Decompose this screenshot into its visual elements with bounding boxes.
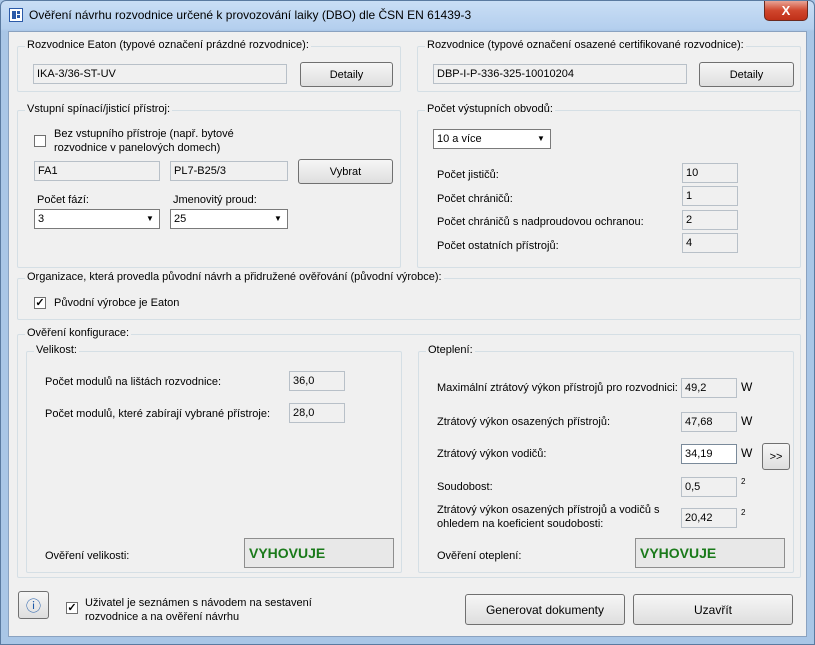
size-verification-result: VYHOVUJE	[244, 538, 394, 568]
max-loss-unit: W	[741, 380, 753, 394]
app-icon	[9, 8, 23, 22]
no-input-device-checkbox[interactable]	[34, 135, 46, 147]
other-devices-count-label: Počet ostatních přístrojů:	[437, 240, 559, 252]
heat-group: Oteplení: Maximální ztrátový výkon příst…	[418, 344, 794, 573]
device-loss-label: Ztrátový výkon osazených přístrojů:	[437, 416, 611, 428]
empty-board-field: IKA-3/36-ST-UV	[33, 64, 287, 84]
select-device-button[interactable]: Vybrat	[298, 159, 393, 184]
organization-group-label: Organizace, která provedla původní návrh…	[25, 271, 444, 283]
generate-documents-button[interactable]: Generovat dokumenty	[465, 594, 625, 625]
heat-group-label: Oteplení:	[426, 344, 475, 356]
certified-board-details-button[interactable]: Detaily	[699, 62, 794, 87]
device-loss-unit: W	[741, 414, 753, 428]
rated-current-combo-value: 25	[174, 213, 187, 225]
rcbo-count-label: Počet chráničů s nadproudovou ochranou:	[437, 216, 644, 228]
total-loss-label-line1: Ztrátový výkon osazených přístrojů a vod…	[437, 504, 660, 516]
max-loss-label: Maximální ztrátový výkon přístrojů pro r…	[437, 382, 678, 394]
rated-current-combo[interactable]: 25 ▼	[170, 209, 288, 229]
heat-verification-label: Ověření oteplení:	[437, 550, 522, 562]
total-loss-superscript: 2	[741, 508, 746, 517]
window-title: Ověření návrhu rozvodnice určené k provo…	[29, 8, 472, 22]
input-device-group: Vstupní spínací/jisticí přístroj: Bez vs…	[17, 103, 401, 268]
output-circuits-combo[interactable]: 10 a více ▼	[433, 129, 551, 149]
output-circuits-group-label: Počet výstupních obvodů:	[425, 103, 555, 115]
original-maker-eaton-checkbox[interactable]: ✓	[34, 297, 46, 309]
certified-board-group-label: Rozvodnice (typové označení osazené cert…	[425, 39, 746, 51]
info-button[interactable]: ⓘ	[18, 591, 49, 619]
window-close-button[interactable]: X	[764, 1, 808, 21]
verification-group-label: Ověření konfigurace:	[25, 327, 132, 339]
no-input-device-label-line2: rozvodnice v panelových domech)	[54, 142, 221, 154]
size-group-label: Velikost:	[34, 344, 79, 356]
phases-label: Počet fází:	[37, 194, 89, 206]
title-bar: Ověření návrhu rozvodnice určené k provo…	[1, 1, 814, 29]
acknowledge-checkbox[interactable]: ✓	[66, 602, 78, 614]
size-verification-label: Ověření velikosti:	[45, 550, 130, 562]
device-type-field: PL7-B25/3	[170, 161, 288, 181]
chevron-down-icon: ▼	[274, 214, 282, 223]
close-dialog-button[interactable]: Uzavřít	[633, 594, 793, 625]
modules-total-field: 36,0	[289, 371, 345, 391]
organization-group: Organizace, která provedla původní návrh…	[17, 271, 801, 320]
dialog-client-area: Rozvodnice Eaton (typové označení prázdn…	[8, 31, 807, 637]
simultaneity-field: 0,5	[681, 477, 737, 497]
modules-total-label: Počet modulů na lištách rozvodnice:	[45, 376, 222, 388]
chevron-down-icon: ▼	[537, 134, 545, 143]
modules-used-label: Počet modulů, které zabírají vybrané pří…	[45, 408, 270, 420]
output-circuits-combo-value: 10 a více	[437, 133, 482, 145]
window: Ověření návrhu rozvodnice určené k provo…	[0, 0, 815, 645]
other-devices-count-field: 4	[682, 233, 738, 253]
wire-loss-input[interactable]: 34,19	[681, 444, 737, 464]
total-loss-field: 20,42	[681, 508, 737, 528]
modules-used-field: 28,0	[289, 403, 345, 423]
no-input-device-label-line1: Bez vstupního přístroje (např. bytové	[54, 128, 234, 140]
simultaneity-label: Soudobost:	[437, 481, 493, 493]
rcd-count-label: Počet chráničů:	[437, 193, 513, 205]
certified-board-group: Rozvodnice (typové označení osazené cert…	[417, 39, 801, 92]
verification-group: Ověření konfigurace: Velikost: Počet mod…	[17, 327, 801, 578]
input-device-group-label: Vstupní spínací/jisticí přístroj:	[25, 103, 173, 115]
empty-board-group: Rozvodnice Eaton (typové označení prázdn…	[17, 39, 401, 92]
acknowledge-label-line1: Uživatel je seznámen s návodem na sestav…	[85, 597, 312, 609]
total-loss-label-line2: ohledem na koeficient soudobosti:	[437, 518, 604, 530]
chevron-down-icon: ▼	[146, 214, 154, 223]
size-group: Velikost: Počet modulů na lištách rozvod…	[26, 344, 402, 573]
max-loss-field: 49,2	[681, 378, 737, 398]
phases-combo[interactable]: 3 ▼	[34, 209, 160, 229]
heat-verification-result: VYHOVUJE	[635, 538, 785, 568]
rated-current-label: Jmenovitý proud:	[173, 194, 257, 206]
breakers-count-label: Počet jističů:	[437, 169, 499, 181]
wire-loss-label: Ztrátový výkon vodičů:	[437, 448, 547, 460]
original-maker-eaton-label: Původní výrobce je Eaton	[54, 297, 180, 309]
device-loss-field: 47,68	[681, 412, 737, 432]
breakers-count-field: 10	[682, 163, 738, 183]
acknowledge-label-line2: rozvodnice a na ověření návrhu	[85, 611, 240, 623]
empty-board-details-button[interactable]: Detaily	[300, 62, 393, 87]
device-designation-field: FA1	[34, 161, 160, 181]
wire-loss-unit: W	[741, 446, 753, 460]
certified-board-field: DBP-I-P-336-325-10010204	[433, 64, 687, 84]
phases-combo-value: 3	[38, 213, 45, 225]
simultaneity-superscript: 2	[741, 477, 746, 486]
rcd-count-field: 1	[682, 186, 738, 206]
output-circuits-group: Počet výstupních obvodů: 10 a více ▼ Poč…	[417, 103, 801, 268]
wire-loss-details-button[interactable]: >>	[762, 443, 790, 470]
info-icon: ⓘ	[25, 597, 41, 615]
rcbo-count-field: 2	[682, 210, 738, 230]
empty-board-group-label: Rozvodnice Eaton (typové označení prázdn…	[25, 39, 311, 51]
